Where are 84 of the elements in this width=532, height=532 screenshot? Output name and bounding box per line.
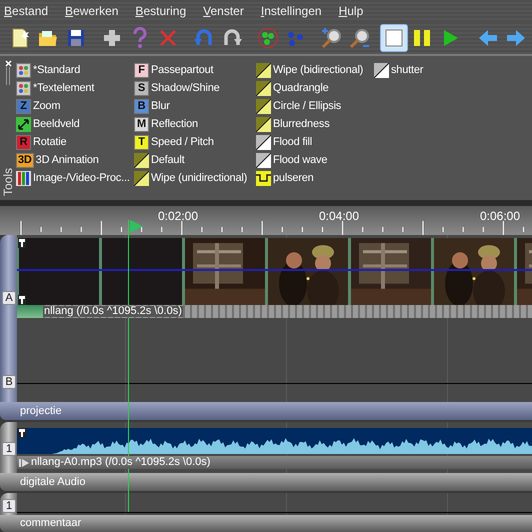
letter-icon: 3D bbox=[16, 152, 34, 168]
tool-item[interactable]: 3D 3D Animation bbox=[16, 151, 134, 169]
diagonal-split-icon bbox=[256, 152, 271, 168]
clip-marker-icon bbox=[18, 428, 26, 438]
tool-item[interactable]: B Blur bbox=[134, 97, 256, 115]
plus-icon bbox=[101, 27, 123, 49]
clip-bar[interactable]: nllang (/0.0s ^1095.2s \0.0s) bbox=[17, 305, 532, 318]
timeline-ruler[interactable]: 0:02:00 0:04:00 0:06:00 bbox=[0, 206, 532, 235]
lane-tag[interactable]: 1 bbox=[2, 499, 16, 513]
zoom-out-icon bbox=[349, 27, 371, 49]
tool-item[interactable]: Flood wave bbox=[256, 151, 374, 169]
square-icon bbox=[383, 27, 405, 49]
tool-item[interactable]: T Speed / Pitch bbox=[134, 133, 256, 151]
tool-item[interactable]: R Rotatie bbox=[16, 133, 134, 151]
left-arrow-icon bbox=[477, 27, 499, 49]
tool-item[interactable]: F Passepartout bbox=[134, 61, 256, 79]
play-icon bbox=[19, 458, 29, 466]
close-icon[interactable] bbox=[4, 60, 12, 67]
palette-icon bbox=[16, 80, 31, 96]
letter-icon: F bbox=[134, 62, 149, 78]
group-icon bbox=[257, 27, 279, 49]
tool-item[interactable]: *Textelement bbox=[16, 79, 134, 97]
lane-tag[interactable]: B bbox=[2, 375, 16, 389]
right-arrow-icon bbox=[505, 27, 527, 49]
track-name: commentaar bbox=[20, 516, 82, 532]
track-handle[interactable]: 1 bbox=[0, 422, 17, 473]
tool-item[interactable]: shutter bbox=[374, 61, 492, 79]
letter-icon: B bbox=[134, 98, 149, 114]
track-handle[interactable]: 1 bbox=[0, 493, 17, 515]
time-label: 0:04:00 bbox=[318, 208, 360, 225]
diagonal-split-icon bbox=[256, 62, 271, 78]
tool-item[interactable]: Default bbox=[134, 151, 256, 169]
letter-icon: S bbox=[134, 80, 149, 96]
palette-icon bbox=[16, 62, 31, 78]
diagonal-split-icon bbox=[134, 152, 149, 168]
menu-item[interactable]: Venster bbox=[199, 2, 248, 20]
tool-item[interactable]: Beeldveld bbox=[16, 115, 134, 133]
diagonal-arrows-icon bbox=[16, 116, 31, 132]
clip-marker-icon bbox=[18, 238, 26, 248]
lane-tag[interactable]: 1 bbox=[2, 442, 16, 456]
tool-item[interactable]: Wipe (bidirectional) bbox=[256, 61, 374, 79]
diagonal-split-icon bbox=[256, 134, 271, 150]
tool-item[interactable]: pulseren bbox=[256, 169, 374, 187]
track-name: projectie bbox=[20, 404, 62, 419]
clip-handle[interactable] bbox=[17, 305, 43, 318]
tool-item[interactable]: Blurredness bbox=[256, 115, 374, 133]
menu-item[interactable]: Instellingen bbox=[256, 2, 326, 20]
tool-item[interactable]: Flood fill bbox=[256, 133, 374, 151]
clip-bar[interactable]: nllang-A0.mp3 (/0.0s ^1095.2s \0.0s) bbox=[17, 456, 532, 469]
menu-item[interactable]: Besturing bbox=[131, 2, 190, 20]
color-bars-icon bbox=[16, 170, 31, 186]
clip-label: nllang-A0.mp3 (/0.0s ^1095.2s \0.0s) bbox=[31, 457, 210, 468]
time-label: 0:02:00 bbox=[158, 208, 198, 225]
track-name: digitale Audio bbox=[20, 474, 86, 490]
diagonal-split-icon bbox=[374, 62, 389, 78]
time-label: 0:06:00 bbox=[480, 208, 520, 225]
menu-item[interactable]: Bewerken bbox=[61, 2, 122, 20]
clip-label: nllang (/0.0s ^1095.2s \0.0s) bbox=[43, 306, 183, 317]
playhead-icon[interactable] bbox=[130, 220, 143, 233]
diagonal-split-icon bbox=[256, 98, 271, 114]
menu-item[interactable]: Hulp bbox=[334, 2, 368, 20]
tool-item[interactable]: S Shadow/Shine bbox=[134, 79, 256, 97]
letter-icon: R bbox=[16, 134, 31, 150]
tool-item[interactable]: Circle / Ellipsis bbox=[256, 97, 374, 115]
pulse-icon bbox=[256, 170, 271, 186]
track-handle[interactable]: A B bbox=[0, 235, 17, 402]
lane-tag[interactable]: A bbox=[2, 291, 16, 305]
tool-item[interactable]: Z Zoom bbox=[16, 97, 134, 115]
diagonal-split-icon bbox=[134, 170, 149, 186]
tool-item[interactable]: Wipe (unidirectional) bbox=[134, 169, 256, 187]
panel-title: Tools bbox=[0, 168, 16, 196]
pause-icon bbox=[411, 27, 433, 49]
zoom-in-icon bbox=[321, 27, 343, 49]
clip-marker-icon bbox=[18, 295, 26, 305]
tool-item[interactable]: Image-/Video-Proc... bbox=[16, 169, 134, 187]
diagonal-split-icon bbox=[256, 80, 271, 96]
tool-item[interactable]: M Reflection bbox=[134, 115, 256, 133]
diagonal-split-icon bbox=[256, 116, 271, 132]
letter-icon: M bbox=[134, 116, 149, 132]
menu-item[interactable]: Bestand bbox=[0, 2, 52, 20]
letter-icon: T bbox=[134, 134, 149, 150]
tool-item[interactable]: Quadrangle bbox=[256, 79, 374, 97]
letter-icon: Z bbox=[16, 98, 31, 114]
tool-item[interactable]: *Standard bbox=[16, 61, 134, 79]
